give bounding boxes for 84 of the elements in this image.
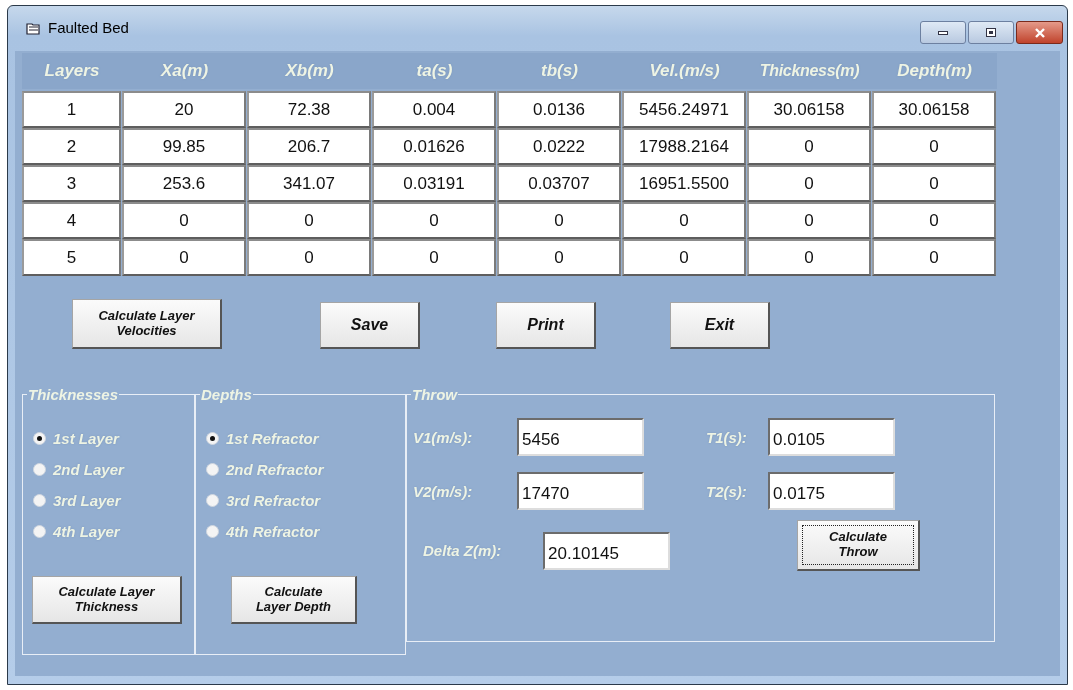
table-cell[interactable]: 0 bbox=[872, 239, 996, 276]
table-cell[interactable]: 0 bbox=[872, 128, 996, 165]
input-field[interactable]: 0.0105 bbox=[768, 418, 895, 456]
table-cell[interactable]: 2 bbox=[22, 128, 121, 165]
close-button[interactable] bbox=[1016, 21, 1063, 44]
table-cell[interactable]: 16951.5500 bbox=[622, 165, 746, 202]
table-cell[interactable]: 0 bbox=[622, 202, 746, 239]
table-cell[interactable]: 0 bbox=[747, 128, 871, 165]
table-cell[interactable]: 0 bbox=[497, 239, 621, 276]
action-button[interactable]: Exit bbox=[670, 302, 770, 349]
table-cell[interactable]: 0 bbox=[247, 202, 371, 239]
minimize-icon bbox=[938, 30, 948, 35]
table-cell[interactable]: 72.38 bbox=[247, 91, 371, 128]
radio-button[interactable] bbox=[206, 463, 219, 476]
window-icon bbox=[26, 22, 40, 35]
table-cell[interactable]: 0 bbox=[372, 239, 496, 276]
maximize-button[interactable] bbox=[968, 21, 1014, 44]
table-cell[interactable]: 0 bbox=[747, 202, 871, 239]
table-cell[interactable]: 30.06158 bbox=[872, 91, 996, 128]
table-cell[interactable]: 0.004 bbox=[372, 91, 496, 128]
input-field[interactable]: 17470 bbox=[517, 472, 644, 510]
column-header: Vel.(m/s) bbox=[622, 53, 747, 89]
calculate-button[interactable]: Calculate Layer Thickness bbox=[32, 576, 182, 624]
column-header: Layers bbox=[22, 53, 122, 89]
table-cell[interactable]: 0 bbox=[122, 239, 246, 276]
column-header: tb(s) bbox=[497, 53, 622, 89]
radio-button[interactable] bbox=[33, 494, 46, 507]
table-cell[interactable]: 341.07 bbox=[247, 165, 371, 202]
input-field[interactable]: 0.0175 bbox=[768, 472, 895, 510]
table-cell[interactable]: 0 bbox=[747, 165, 871, 202]
table-cell[interactable]: 0 bbox=[872, 165, 996, 202]
table-cell[interactable]: 0.0136 bbox=[497, 91, 621, 128]
close-icon bbox=[1033, 27, 1046, 38]
group-title: Depths bbox=[200, 387, 253, 402]
table-cell[interactable]: 20 bbox=[122, 91, 246, 128]
table-cell[interactable]: 206.7 bbox=[247, 128, 371, 165]
radio-button[interactable] bbox=[33, 432, 46, 445]
table-cell[interactable]: 1 bbox=[22, 91, 121, 128]
action-button[interactable]: Save bbox=[320, 302, 420, 349]
table-cell[interactable]: 0.03191 bbox=[372, 165, 496, 202]
radio-button[interactable] bbox=[33, 525, 46, 538]
calculate-throw-button[interactable]: Calculate Throw bbox=[797, 520, 920, 571]
table-cell[interactable]: 0 bbox=[122, 202, 246, 239]
group-title: Thicknesses bbox=[27, 387, 120, 402]
minimize-button[interactable] bbox=[920, 21, 966, 44]
table-cell[interactable]: 0.01626 bbox=[372, 128, 496, 165]
field-label: V1(m/s): bbox=[413, 428, 474, 446]
table-cell[interactable]: 17988.2164 bbox=[622, 128, 746, 165]
window-title: Faulted Bed bbox=[48, 18, 129, 39]
table-cell[interactable]: 4 bbox=[22, 202, 121, 239]
radio-button[interactable] bbox=[33, 463, 46, 476]
table-cell[interactable]: 5456.24971 bbox=[622, 91, 746, 128]
table-cell[interactable]: 5 bbox=[22, 239, 121, 276]
table-cell[interactable]: 0 bbox=[622, 239, 746, 276]
table-cell[interactable]: 0.0222 bbox=[497, 128, 621, 165]
field-label: T1(s): bbox=[706, 428, 748, 446]
column-header: Xb(m) bbox=[247, 53, 372, 89]
field-label: Delta Z(m): bbox=[423, 542, 503, 559]
column-header: Thickness(m) bbox=[747, 53, 872, 89]
input-field[interactable]: 20.10145 bbox=[543, 532, 670, 570]
column-header: Depth(m) bbox=[872, 53, 997, 89]
field-label: T2(s): bbox=[706, 482, 748, 500]
radio-button[interactable] bbox=[206, 432, 219, 445]
table-cell[interactable]: 0 bbox=[872, 202, 996, 239]
column-header: Xa(m) bbox=[122, 53, 247, 89]
column-header: ta(s) bbox=[372, 53, 497, 89]
table-cell[interactable]: 99.85 bbox=[122, 128, 246, 165]
table-cell[interactable]: 253.6 bbox=[122, 165, 246, 202]
calculate-button[interactable]: Calculate Layer Depth bbox=[231, 576, 357, 624]
field-label: V2(m/s): bbox=[413, 482, 474, 500]
radio-button[interactable] bbox=[206, 494, 219, 507]
group-title: Throw bbox=[411, 387, 458, 402]
action-button[interactable]: Calculate Layer Velocities bbox=[72, 299, 222, 349]
table-cell[interactable]: 30.06158 bbox=[747, 91, 871, 128]
table-cell[interactable]: 0 bbox=[747, 239, 871, 276]
radio-button[interactable] bbox=[206, 525, 219, 538]
table-cell[interactable]: 0 bbox=[497, 202, 621, 239]
table-cell[interactable]: 0 bbox=[247, 239, 371, 276]
action-button[interactable]: Print bbox=[496, 302, 596, 349]
table-cell[interactable]: 0.03707 bbox=[497, 165, 621, 202]
table-cell[interactable]: 3 bbox=[22, 165, 121, 202]
input-field[interactable]: 5456 bbox=[517, 418, 644, 456]
table-cell[interactable]: 0 bbox=[372, 202, 496, 239]
maximize-icon bbox=[986, 28, 996, 37]
